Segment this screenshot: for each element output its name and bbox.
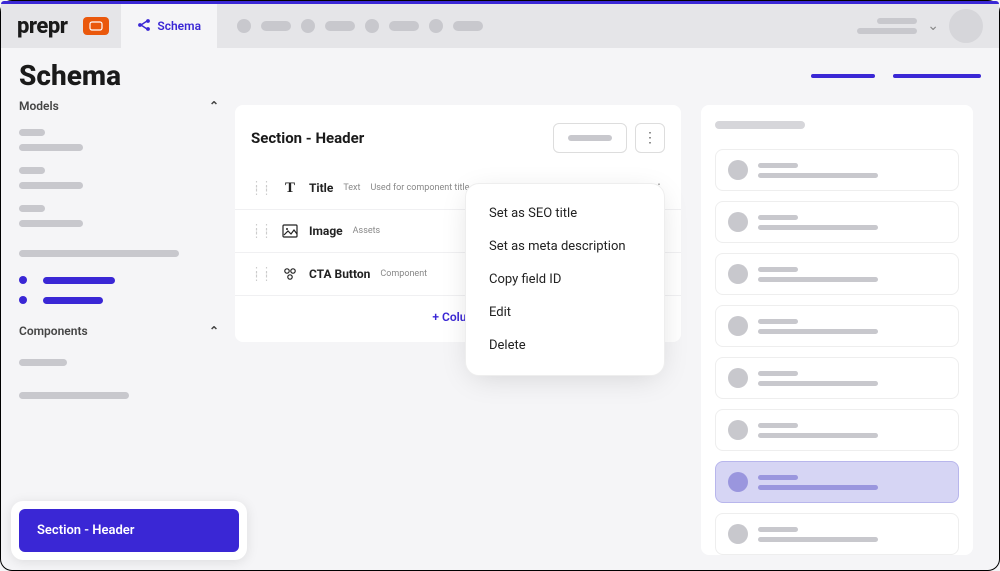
page-title: Schema	[19, 59, 121, 92]
chevron-up-icon: ⌃	[209, 324, 219, 338]
right-preview-panel	[701, 105, 973, 555]
image-icon	[281, 222, 299, 240]
drag-handle-icon[interactable]: ⋮⋮⋮⋮	[251, 269, 271, 279]
sidebar-components-item[interactable]	[19, 352, 219, 371]
sidebar-components-heading[interactable]: Components ⌃	[19, 324, 219, 338]
schema-icon	[137, 18, 151, 35]
sidebar-components-item[interactable]	[19, 385, 219, 404]
menu-seo-title[interactable]: Set as SEO title	[479, 197, 651, 230]
list-item[interactable]	[715, 305, 959, 347]
chevron-down-icon[interactable]: ⌄	[927, 18, 939, 34]
editor-more-button[interactable]: ⋮	[635, 123, 665, 153]
header-actions-placeholder	[811, 74, 981, 78]
list-item[interactable]	[715, 513, 959, 555]
menu-edit[interactable]: Edit	[479, 296, 651, 329]
menu-copy-field-id[interactable]: Copy field ID	[479, 263, 651, 296]
top-navigation: prepr Schema ⌄	[1, 4, 999, 48]
avatar[interactable]	[949, 9, 983, 43]
list-item[interactable]	[715, 201, 959, 243]
field-context-menu: Set as SEO title Set as meta description…	[471, 189, 659, 370]
sidebar-models-item[interactable]	[19, 167, 219, 189]
menu-delete[interactable]: Delete	[479, 329, 651, 362]
tab-schema[interactable]: Schema	[121, 4, 217, 48]
nav-placeholder-group	[237, 19, 483, 33]
list-item[interactable]	[715, 253, 959, 295]
menu-meta-description[interactable]: Set as meta description	[479, 230, 651, 263]
list-item-active[interactable]	[715, 461, 959, 503]
editor-title: Section - Header	[251, 129, 364, 147]
text-icon: T	[281, 179, 299, 197]
sidebar-models-item[interactable]	[19, 243, 219, 262]
sidebar-models-heading[interactable]: Models ⌃	[19, 99, 219, 113]
sidebar-models-item[interactable]	[19, 129, 219, 151]
list-item[interactable]	[715, 149, 959, 191]
list-item[interactable]	[715, 409, 959, 451]
list-item[interactable]	[715, 357, 959, 399]
sidebar-models-item-active[interactable]	[19, 276, 219, 284]
tab-schema-label: Schema	[157, 19, 201, 33]
chevron-up-icon: ⌃	[209, 99, 219, 113]
account-placeholder	[857, 18, 917, 34]
drag-handle-icon[interactable]: ⋮⋮⋮⋮	[251, 226, 271, 236]
brand-logo: prepr	[17, 14, 67, 39]
editor-action-button[interactable]	[553, 123, 627, 153]
brand-badge-icon	[83, 17, 109, 35]
drag-handle-icon[interactable]: ⋮⋮⋮⋮	[251, 183, 271, 193]
active-section-chip[interactable]: Section - Header	[11, 501, 247, 560]
sidebar: Models ⌃ Components ⌃	[19, 99, 219, 424]
sidebar-models-item[interactable]	[19, 205, 219, 227]
sidebar-models-item-active[interactable]	[19, 296, 219, 304]
component-icon	[281, 265, 299, 283]
